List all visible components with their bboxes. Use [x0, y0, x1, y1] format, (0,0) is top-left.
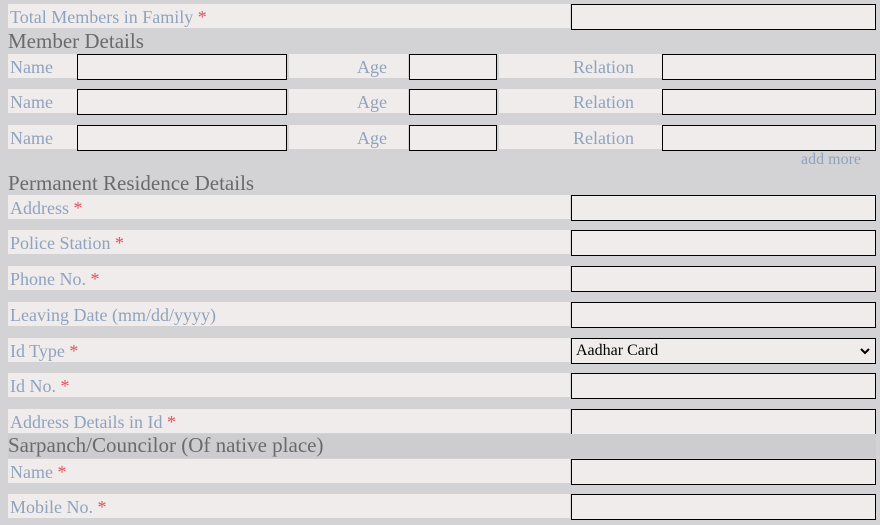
sarpanch-heading: Sarpanch/Councilor (Of native place): [8, 434, 876, 458]
member-row: Name Age Relation: [8, 54, 876, 80]
address-details-label: Address Details in Id *: [10, 412, 176, 432]
member-relation-label: Relation: [573, 128, 634, 148]
total-members-label: Total Members in Family *: [10, 7, 207, 27]
police-station-row: Police Station *: [8, 230, 876, 256]
sarpanch-name-input[interactable]: [571, 459, 876, 485]
member-age-label: Age: [357, 92, 387, 112]
sarpanch-mobile-input[interactable]: [571, 494, 876, 520]
required-asterisk: *: [57, 462, 67, 482]
address-label: Address *: [10, 198, 83, 218]
id-type-selected-value: Aadhar Card: [576, 342, 659, 359]
member-name-input[interactable]: [77, 125, 287, 151]
phone-label: Phone No. *: [10, 269, 100, 289]
member-relation-label: Relation: [573, 57, 634, 77]
member-relation-input[interactable]: [662, 125, 876, 151]
member-relation-input[interactable]: [662, 54, 876, 80]
sarpanch-name-label: Name *: [10, 462, 67, 482]
leaving-date-input[interactable]: [571, 302, 876, 328]
address-input[interactable]: [571, 195, 876, 221]
phone-input[interactable]: [571, 266, 876, 292]
leaving-date-label: Leaving Date (mm/dd/yyyy): [10, 305, 216, 325]
member-details-heading: Member Details: [8, 29, 144, 53]
phone-row: Phone No. *: [8, 266, 876, 292]
sarpanch-mobile-row: Mobile No. *: [8, 494, 876, 520]
id-type-row: Id Type * Aadhar Card: [8, 338, 876, 364]
required-asterisk: *: [90, 269, 100, 289]
required-asterisk: *: [60, 376, 70, 396]
add-more-link[interactable]: add more: [801, 151, 861, 169]
member-age-label: Age: [357, 128, 387, 148]
required-asterisk: *: [69, 341, 79, 361]
police-station-input[interactable]: [571, 230, 876, 256]
id-no-input[interactable]: [571, 373, 876, 399]
id-type-select[interactable]: Aadhar Card: [571, 338, 876, 364]
member-row: Name Age Relation: [8, 125, 876, 151]
member-name-input[interactable]: [77, 89, 287, 115]
member-relation-label: Relation: [573, 92, 634, 112]
address-details-input[interactable]: [571, 409, 876, 435]
required-asterisk: *: [115, 233, 124, 253]
id-no-label: Id No. *: [10, 376, 70, 396]
member-name-label: Name: [10, 57, 53, 77]
id-no-row: Id No. *: [8, 373, 876, 399]
police-station-label: Police Station *: [10, 233, 124, 253]
id-type-label: Id Type *: [10, 341, 79, 361]
member-age-input[interactable]: [409, 125, 497, 151]
permanent-residence-heading: Permanent Residence Details: [8, 171, 255, 195]
leaving-date-row: Leaving Date (mm/dd/yyyy): [8, 302, 876, 328]
required-asterisk: *: [97, 497, 107, 517]
member-relation-input[interactable]: [662, 89, 876, 115]
member-name-input[interactable]: [77, 54, 287, 80]
address-row: Address *: [8, 195, 876, 221]
member-name-label: Name: [10, 92, 53, 112]
total-members-row: Total Members in Family *: [8, 4, 876, 30]
required-asterisk: *: [197, 7, 207, 27]
member-age-input[interactable]: [409, 54, 497, 80]
total-members-input[interactable]: [571, 4, 876, 30]
address-details-row: Address Details in Id *: [8, 409, 876, 435]
member-row: Name Age Relation: [8, 89, 876, 115]
required-asterisk: *: [73, 198, 83, 218]
member-age-input[interactable]: [409, 89, 497, 115]
sarpanch-mobile-label: Mobile No. *: [10, 497, 107, 517]
chevron-down-icon: [860, 348, 870, 355]
sarpanch-name-row: Name *: [8, 459, 876, 485]
member-age-label: Age: [357, 57, 387, 77]
member-name-label: Name: [10, 128, 53, 148]
required-asterisk: *: [166, 412, 176, 432]
